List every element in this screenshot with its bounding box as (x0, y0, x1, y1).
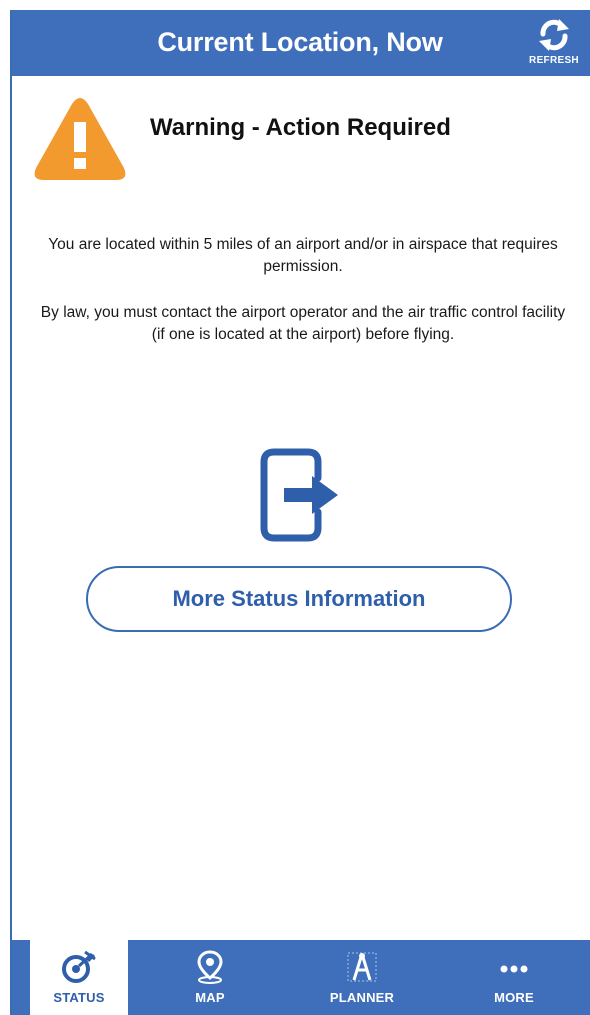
refresh-label: REFRESH (529, 55, 579, 66)
tab-status-label: STATUS (53, 990, 105, 1005)
tab-planner-label: PLANNER (329, 990, 395, 1005)
map-pin-icon (197, 950, 223, 984)
status-icon (62, 950, 96, 983)
page-title: Current Location, Now (157, 27, 443, 57)
warning-message-location: You are located within 5 miles of an air… (48, 236, 558, 275)
tab-status[interactable]: STATUS (30, 940, 128, 1015)
planner-icon (347, 952, 377, 982)
exit-arrow-icon (260, 448, 338, 542)
tab-map-label: MAP (195, 990, 225, 1005)
tab-planner[interactable]: PLANNER (286, 940, 438, 1015)
refresh-icon (539, 19, 569, 51)
warning-icon (34, 98, 126, 180)
warning-message-law: By law, you must contact the airport ope… (40, 304, 566, 343)
refresh-button[interactable]: REFRESH (522, 14, 586, 74)
warning-title: Warning - Action Required (150, 114, 451, 141)
tab-map[interactable]: MAP (134, 940, 286, 1015)
tab-more-label: MORE (494, 990, 534, 1005)
more-icon (500, 965, 528, 973)
bottom-tab-bar: STATUS MAP PLANNER MORE (10, 940, 590, 1015)
top-bar: Current Location, Now REFRESH (10, 10, 590, 76)
more-status-information-button[interactable]: More Status Information (86, 566, 512, 632)
app-frame: Current Location, Now REFRESH Warning - … (10, 10, 590, 1015)
tab-more[interactable]: MORE (438, 940, 590, 1015)
